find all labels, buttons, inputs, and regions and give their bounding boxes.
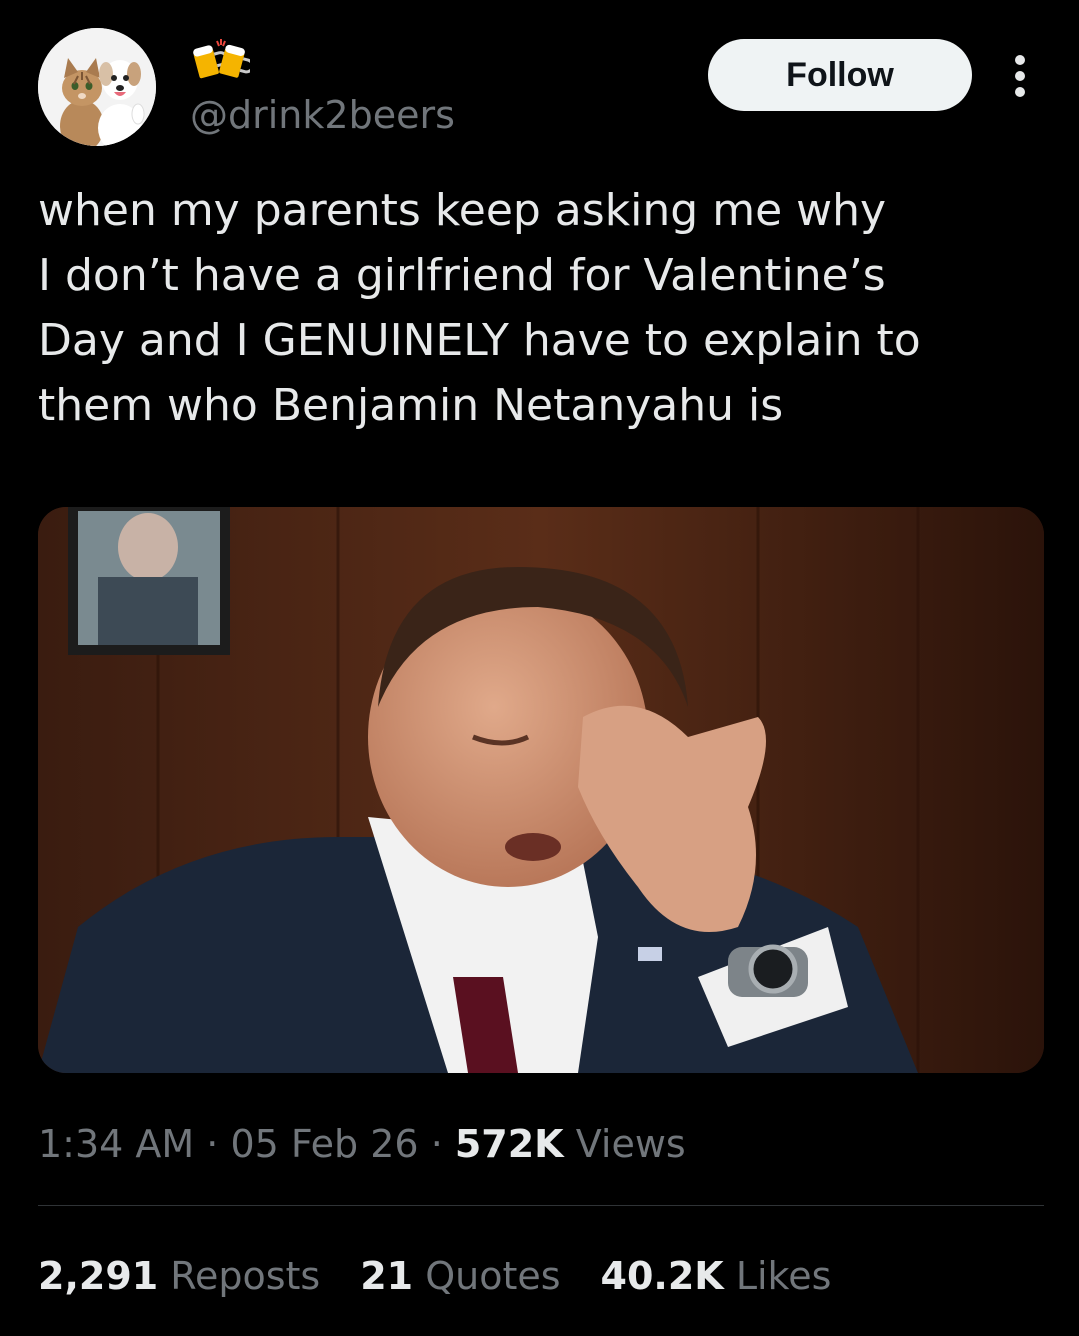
reposts-count: 2,291 xyxy=(38,1254,159,1298)
tweet-time[interactable]: 1:34 AM xyxy=(38,1122,194,1166)
avatar[interactable] xyxy=(38,28,156,146)
likes-stat[interactable]: 40.2K Likes xyxy=(601,1248,832,1304)
tweet-meta: 1:34 AM · 05 Feb 26 · 572K Views xyxy=(38,1116,686,1172)
more-vertical-icon[interactable] xyxy=(1006,52,1034,100)
quotes-label: Quotes xyxy=(413,1254,561,1298)
tweet-date[interactable]: 05 Feb 26 xyxy=(230,1122,418,1166)
likes-label: Likes xyxy=(723,1254,832,1298)
views-label: Views xyxy=(563,1122,686,1166)
tweet-media-image[interactable] xyxy=(38,507,1044,1073)
views-count: 572K xyxy=(454,1122,564,1166)
user-handle[interactable]: @drink2beers xyxy=(190,92,455,138)
quotes-stat[interactable]: 21 Quotes xyxy=(360,1248,560,1304)
quotes-count: 21 xyxy=(360,1254,414,1298)
meta-separator: · xyxy=(418,1122,455,1166)
facepalm-photo-icon xyxy=(38,507,1044,1073)
tweet-text: when my parents keep asking me why I don… xyxy=(38,185,921,431)
beer-mugs-icon xyxy=(190,38,254,80)
reposts-stat[interactable]: 2,291 Reposts xyxy=(38,1248,320,1304)
cat-and-dog-avatar-icon xyxy=(38,28,156,146)
follow-button[interactable]: Follow xyxy=(708,39,972,111)
reposts-label: Reposts xyxy=(158,1254,321,1298)
divider xyxy=(38,1205,1044,1206)
engagement-stats: 2,291 Reposts 21 Quotes 40.2K Likes xyxy=(38,1248,831,1304)
meta-separator: · xyxy=(194,1122,231,1166)
tweet: @drink2beers Follow when my parents keep… xyxy=(0,0,1079,1336)
likes-count: 40.2K xyxy=(600,1254,724,1298)
